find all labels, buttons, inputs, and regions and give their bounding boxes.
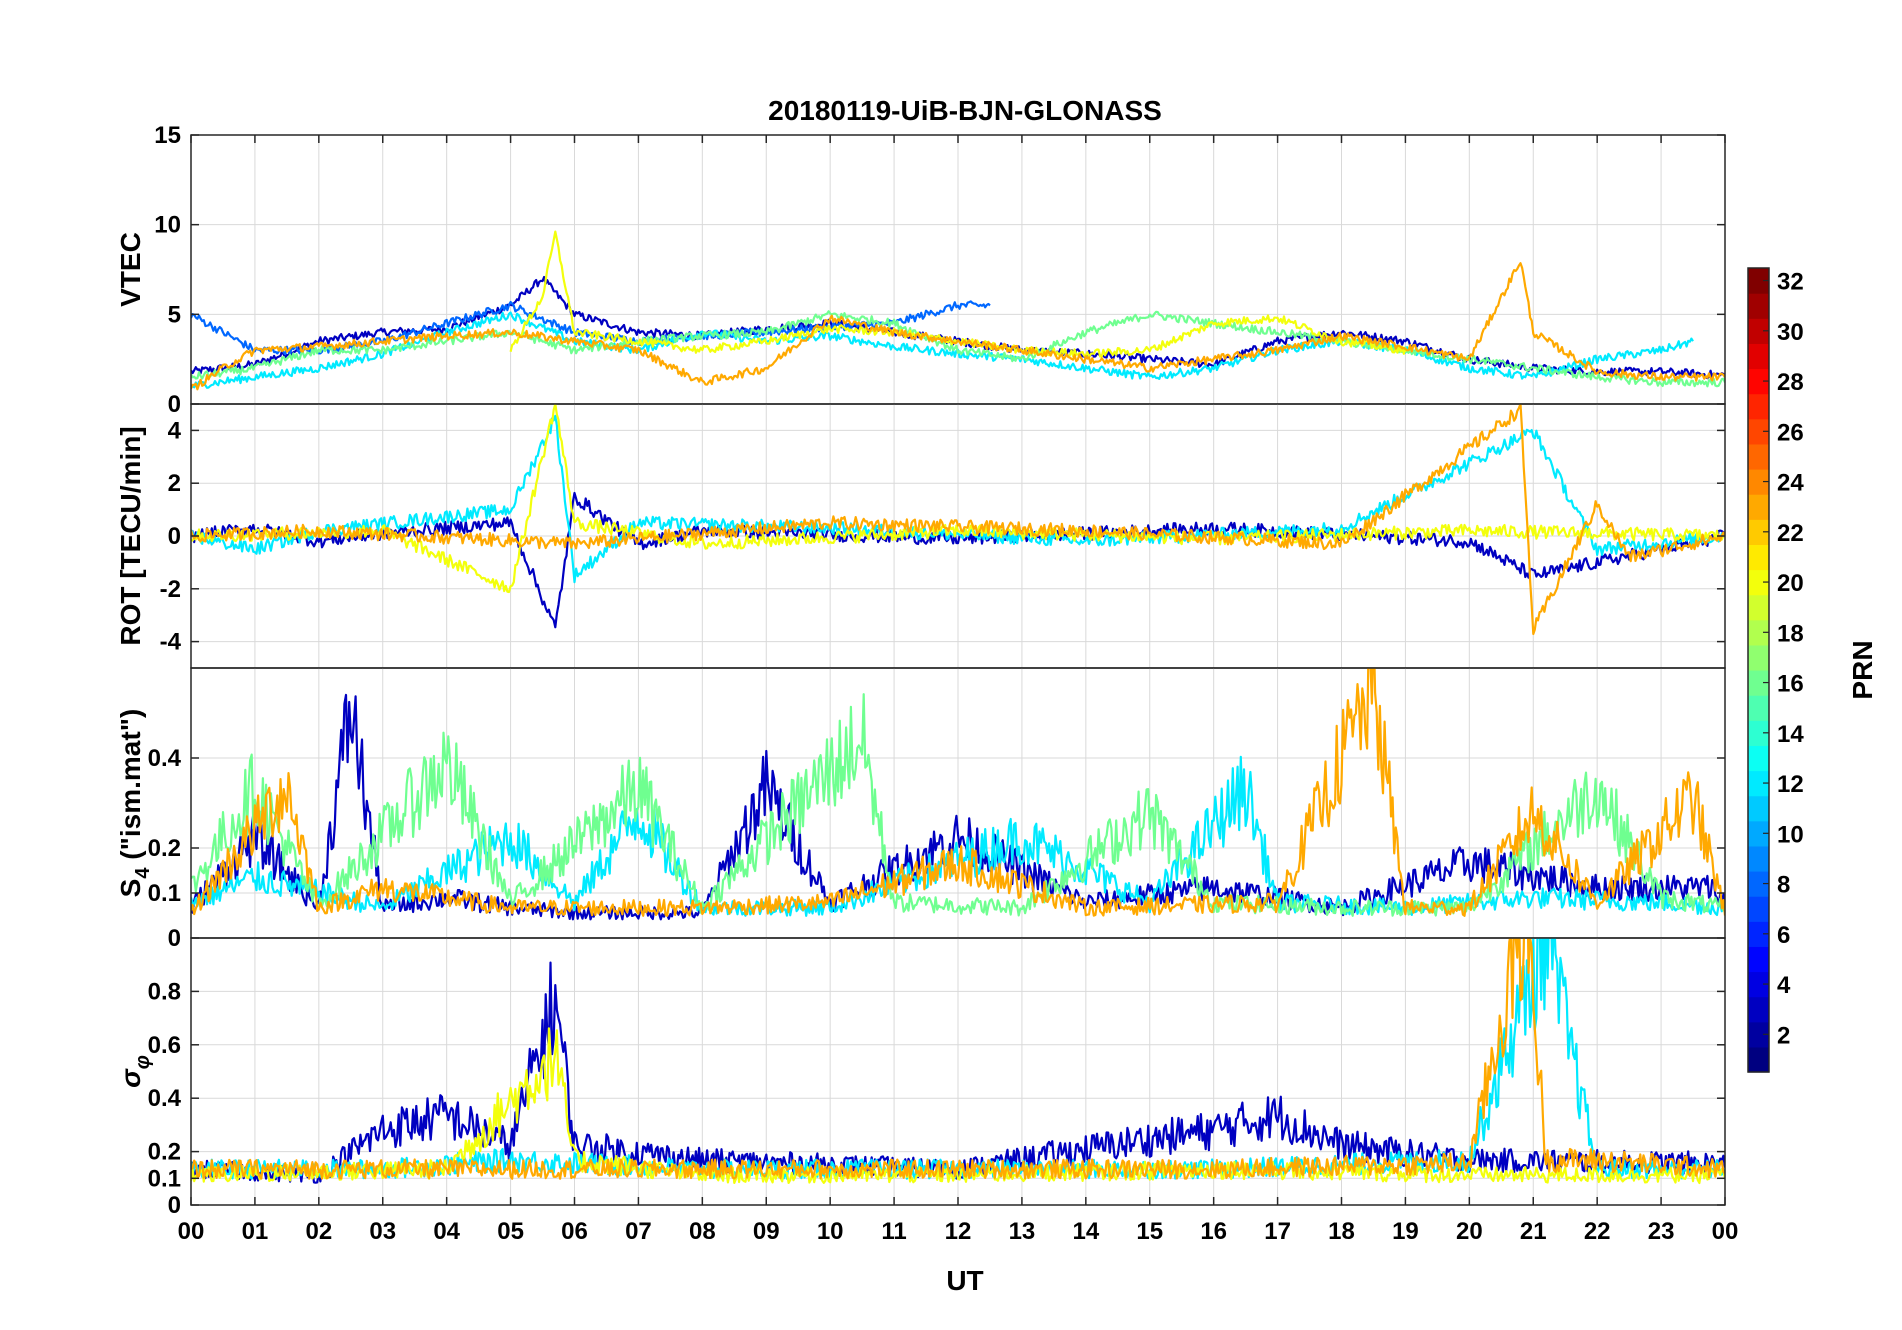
colorbar-segment: [1748, 343, 1769, 370]
colorbar-label: PRN: [1847, 640, 1878, 699]
x-tick-label: 04: [433, 1218, 460, 1245]
y-tick-label: 0: [168, 391, 181, 418]
colorbar-segment: [1748, 1046, 1769, 1073]
colorbar-tick-label: 14: [1777, 721, 1804, 748]
x-tick-label: 05: [497, 1218, 524, 1245]
colorbar-tick-label: 4: [1777, 972, 1791, 999]
panels: 051015VTEC-4-2024ROT [TECU/min]00.10.20.…: [115, 122, 1726, 1219]
colorbar-segment: [1748, 695, 1769, 721]
colorbar-segment: [1748, 996, 1769, 1023]
y-axis-label: σφ: [115, 1055, 154, 1088]
colorbar-segment: [1748, 544, 1769, 571]
y-label-main: σ: [115, 1068, 146, 1088]
colorbar-tick-label: 24: [1777, 470, 1804, 497]
colorbar-tick-label: 18: [1777, 620, 1804, 647]
y-tick-label: 0.1: [148, 1165, 181, 1192]
colorbar-tick-label: 16: [1777, 671, 1804, 698]
y-tick-label: 0.4: [148, 1085, 182, 1112]
x-tick-label: 06: [561, 1218, 588, 1245]
y-label-rest: ("ism.mat"): [115, 709, 146, 868]
colorbar-tick-label: 30: [1777, 319, 1804, 346]
colorbar-tick-label: 26: [1777, 419, 1804, 446]
colorbar-segment: [1748, 443, 1769, 470]
y-tick-label: 0.1: [148, 880, 181, 907]
colorbar-segment: [1748, 594, 1769, 621]
x-tick-label: 14: [1072, 1218, 1099, 1245]
x-tick-label: 02: [305, 1218, 332, 1245]
x-tick-label: 11: [881, 1218, 906, 1245]
colorbar-segment: [1748, 795, 1769, 822]
colorbar-segment: [1748, 644, 1769, 671]
x-tick-label: 20: [1456, 1218, 1483, 1245]
y-tick-label: 4: [168, 417, 182, 444]
y-tick-label: 0: [168, 1192, 181, 1219]
colorbar-segment: [1748, 293, 1769, 319]
colorbar-segment: [1748, 745, 1769, 772]
x-tick-label: 12: [945, 1218, 972, 1245]
y-axis-label: ROT [TECU/min]: [115, 426, 146, 645]
panel-s4: 0 0.1 0.2 0.4S4 ("ism.mat"): [115, 667, 1726, 952]
y-tick-label: 15: [154, 122, 181, 149]
colorbar-tick-label: 2: [1777, 1022, 1790, 1049]
x-tick-label: 08: [689, 1218, 716, 1245]
y-tick-label: 0.8: [148, 978, 181, 1005]
colorbar: 2468101214161820222426283032PRN: [1747, 267, 1878, 1073]
colorbar-segment: [1748, 393, 1769, 420]
y-tick-label: 5: [168, 301, 181, 328]
colorbar-segment: [1748, 845, 1769, 872]
x-tick-label: 19: [1392, 1218, 1419, 1245]
x-tick-label: 09: [753, 1218, 780, 1245]
x-tick-label: 07: [625, 1218, 652, 1245]
x-tick-label: 13: [1009, 1218, 1036, 1245]
y-tick-label: 10: [154, 212, 181, 239]
y-label-main: S: [115, 879, 146, 898]
x-tick-label: 17: [1264, 1218, 1291, 1245]
colorbar-tick-label: 12: [1777, 771, 1804, 798]
x-axis-label: UT: [946, 1265, 983, 1296]
y-tick-label: -4: [160, 629, 182, 656]
y-tick-label: -2: [160, 576, 181, 603]
x-tick-label: 18: [1328, 1218, 1355, 1245]
colorbar-segment: [1748, 946, 1769, 973]
colorbar-tick-label: 28: [1777, 369, 1804, 396]
x-tick-label: 03: [369, 1218, 396, 1245]
x-tick-label: 22: [1584, 1218, 1611, 1245]
y-tick-label: 0: [168, 925, 181, 952]
colorbar-tick-label: 8: [1777, 872, 1790, 899]
series-prn-12: [191, 311, 1694, 389]
x-tick-label: 00: [178, 1218, 205, 1245]
y-axis-label: S4 ("ism.mat"): [115, 709, 154, 898]
x-tick-label: 23: [1648, 1218, 1675, 1245]
figure: 20180119-UiB-BJN-GLONASS 051015VTEC-4-20…: [115, 95, 1878, 1296]
colorbar-tick-label: 20: [1777, 570, 1804, 597]
x-tick-label: 15: [1136, 1218, 1163, 1245]
panel-rot: -4 -2 0 2 4 ROT [TECU/min]: [115, 403, 1726, 669]
colorbar-tick-label: 32: [1777, 269, 1804, 296]
x-tick-label: 21: [1520, 1218, 1547, 1245]
chart-title: 20180119-UiB-BJN-GLONASS: [768, 95, 1162, 126]
colorbar-tick-label: 22: [1777, 520, 1804, 547]
colorbar-segment: [1748, 896, 1769, 922]
y-tick-label: 0.2: [148, 835, 181, 862]
y-tick-label: 0: [168, 523, 181, 550]
colorbar-segment: [1748, 494, 1769, 520]
y-tick-label: 0.2: [148, 1139, 181, 1166]
y-tick-label: 0.4: [148, 745, 182, 772]
x-tick-label: 01: [242, 1218, 269, 1245]
y-tick-label: 0.6: [148, 1032, 181, 1059]
colorbar-tick-label: 6: [1777, 922, 1790, 949]
x-tick-label: 00: [1712, 1218, 1739, 1245]
x-tick-label: 10: [817, 1218, 844, 1245]
x-tick-label: 16: [1200, 1218, 1227, 1245]
y-tick-label: 2: [168, 470, 181, 497]
panel-vtec: 0 5 10 15 VTEC: [115, 122, 1726, 418]
y-axis-label: VTEC: [115, 232, 146, 307]
y-label-sub: φ: [132, 1055, 154, 1069]
colorbar-tick-label: 10: [1777, 821, 1804, 848]
